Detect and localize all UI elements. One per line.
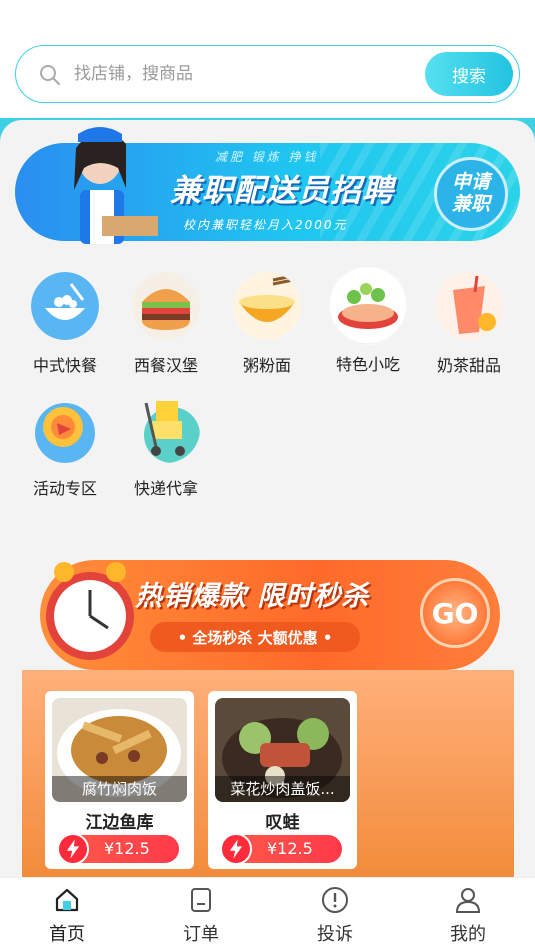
app-screen: 搜索 减肥 锻炼 挣钱 兼职配送员招聘 校内兼职轻松月入2000元 申请兼职 中… [0,0,535,951]
burger-icon [132,272,200,340]
alarm-clock-icon [46,562,134,660]
flash-go-button[interactable]: GO [420,578,490,648]
rice-bowl-icon [31,272,99,340]
snack-plate-icon [328,265,408,345]
banner-subtitle: 减肥 锻炼 挣钱 [215,150,319,164]
tab-label: 首页 [49,924,85,945]
category-label: 奶茶甜品 [436,356,501,375]
product-card[interactable]: 腐竹焖肉饭 江边鱼库 ¥12.5 [45,691,194,869]
apply-badge-button[interactable]: 申请兼职 [434,157,508,231]
banner-description: 校内兼职轻松月入2000元 [183,218,348,232]
search-input[interactable] [74,57,414,91]
bottom-tab-bar: 首页 订单 投诉 我的 [0,877,535,951]
courier-illustration [74,127,158,244]
noodle-bowl-icon [233,272,301,340]
category-item-events[interactable]: 活动专区 [15,395,115,499]
banner-title: 兼职配送员招聘 [170,173,394,209]
category-item-western-burger[interactable]: 西餐汉堡 [116,272,216,376]
tab-label: 投诉 [317,924,353,945]
category-label: 中式快餐 [32,356,97,375]
category-label: 活动专区 [32,479,97,498]
product-name: 菜花炒肉盖饭... [215,776,350,802]
complaint-icon [322,887,348,913]
event-icon [35,403,95,463]
delivery-cart-icon [144,401,200,463]
category-label: 西餐汉堡 [133,356,198,375]
order-icon [191,888,211,912]
tab-home[interactable]: 首页 [0,878,134,951]
flash-sale-tagline: • 全场秒杀 大额优惠 • [150,622,360,652]
product-image: 腐竹焖肉饭 [52,698,187,802]
category-label: 特色小吃 [335,355,400,374]
category-item-milk-tea-desserts[interactable]: 奶茶甜品 [419,272,519,376]
price-value: ¥12.5 [104,839,150,858]
profile-icon [455,888,481,913]
tab-profile[interactable]: 我的 [401,878,535,951]
shop-name: 江边鱼库 [85,813,154,833]
search-button[interactable]: 搜索 [425,52,513,96]
category-label: 粥粉面 [242,356,291,375]
category-item-chinese-fast-food[interactable]: 中式快餐 [15,272,115,376]
shop-name: 叹蛙 [265,813,300,833]
category-item-specialty-snacks[interactable]: 特色小吃 [318,265,418,375]
product-image: 菜花炒肉盖饭... [215,698,350,802]
tab-complaints[interactable]: 投诉 [268,878,402,951]
apply-badge-label: 申请兼职 [451,171,490,215]
product-card[interactable]: 菜花炒肉盖饭... 叹蛙 ¥12.5 [208,691,357,869]
category-item-express-pickup[interactable]: 快递代拿 [116,395,216,499]
tab-label: 订单 [183,924,219,945]
flash-sale-title: 热销爆款 限时秒杀 [135,581,370,612]
lightning-icon [220,833,252,865]
product-name: 腐竹焖肉饭 [52,776,187,802]
price-tag: ¥12.5 [220,833,342,865]
milk-tea-icon [435,272,503,340]
search-bar: 搜索 [15,45,520,103]
lightning-icon [57,833,89,865]
price-tag: ¥12.5 [57,833,179,865]
category-label: 快递代拿 [133,479,198,498]
price-value: ¥12.5 [267,839,313,858]
tab-label: 我的 [450,924,486,945]
home-icon [55,888,79,912]
tab-orders[interactable]: 订单 [134,878,268,951]
search-icon [40,65,60,85]
category-item-congee-noodles[interactable]: 粥粉面 [217,272,317,376]
